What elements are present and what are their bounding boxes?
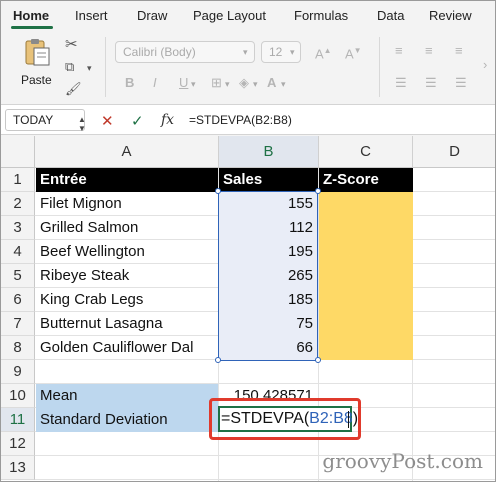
- borders-dropdown-icon[interactable]: ▾: [225, 79, 230, 90]
- worksheet-grid[interactable]: A B C D 1 2 3 4 5 6 7 8 9 10 11 12 13 En…: [1, 136, 495, 481]
- column-header-a[interactable]: A: [35, 136, 219, 168]
- range-handle[interactable]: [215, 188, 221, 194]
- borders-icon[interactable]: ⊞: [211, 75, 222, 91]
- ribbon-tabs: Home Insert Draw Page Layout Formulas Da…: [1, 1, 495, 29]
- font-size-dropdown-icon[interactable]: ▾: [290, 47, 295, 58]
- row-header-11[interactable]: 11: [1, 408, 35, 432]
- row-header-4[interactable]: 4: [1, 240, 35, 264]
- ribbon-scroll-right-icon[interactable]: ›: [483, 57, 487, 73]
- bold-button[interactable]: B: [125, 75, 134, 91]
- formula-bar: TODAY ▲ ▼ ✕ ✓ fx =STDEVPA(B2:B8): [1, 105, 495, 135]
- row-header-8[interactable]: 8: [1, 336, 35, 360]
- fill-color-icon[interactable]: ◈: [239, 75, 249, 91]
- row-header-5[interactable]: 5: [1, 264, 35, 288]
- font-size-select[interactable]: 12: [261, 41, 301, 63]
- decrease-font-size-icon[interactable]: A▼: [345, 43, 362, 62]
- range-handle[interactable]: [315, 188, 321, 194]
- paste-label: Paste: [21, 73, 52, 87]
- entree-cell[interactable]: Golden Cauliflower Dal: [36, 336, 218, 360]
- column-header-d[interactable]: D: [413, 136, 495, 168]
- header-sales[interactable]: Sales: [219, 168, 318, 192]
- entree-cell[interactable]: Filet Mignon: [36, 192, 218, 216]
- ribbon-separator-2: [379, 37, 380, 97]
- zscore-fill: [319, 192, 413, 360]
- tab-home[interactable]: Home: [13, 8, 49, 23]
- tab-data[interactable]: Data: [377, 8, 404, 23]
- tab-insert[interactable]: Insert: [75, 8, 108, 23]
- italic-button[interactable]: I: [153, 75, 157, 91]
- name-box[interactable]: TODAY ▲ ▼: [5, 109, 86, 133]
- entree-cell[interactable]: Beef Wellington: [36, 240, 218, 264]
- entree-cell[interactable]: King Crab Legs: [36, 288, 218, 312]
- entree-cell[interactable]: Ribeye Steak: [36, 264, 218, 288]
- align-right-icon[interactable]: ☰: [455, 75, 467, 91]
- insert-function-icon[interactable]: fx: [161, 112, 174, 128]
- font-color-icon[interactable]: A: [267, 75, 276, 91]
- row-header-3[interactable]: 3: [1, 216, 35, 240]
- font-size-value: 12: [269, 45, 283, 59]
- font-color-dropdown-icon[interactable]: ▾: [281, 79, 286, 90]
- watermark: groovyPost.com: [322, 449, 483, 473]
- tab-page-layout[interactable]: Page Layout: [193, 8, 266, 23]
- range-handle[interactable]: [315, 357, 321, 363]
- row-header-9[interactable]: 9: [1, 360, 35, 384]
- align-middle-icon[interactable]: ≡: [425, 43, 433, 59]
- row-header-2[interactable]: 2: [1, 192, 35, 216]
- font-name-dropdown-icon[interactable]: ▾: [243, 47, 248, 58]
- name-box-stepper-icon[interactable]: ▲ ▼: [78, 115, 86, 133]
- copy-dropdown-icon[interactable]: ▾: [87, 63, 92, 74]
- gridline: [35, 479, 495, 480]
- tab-draw[interactable]: Draw: [137, 8, 167, 23]
- ribbon-separator: [105, 37, 106, 97]
- cut-icon[interactable]: ✂: [65, 37, 78, 53]
- entree-cell[interactable]: Grilled Salmon: [36, 216, 218, 240]
- row-header-12[interactable]: 12: [1, 432, 35, 456]
- row-header-7[interactable]: 7: [1, 312, 35, 336]
- format-painter-icon[interactable]: 🖌: [65, 81, 82, 97]
- row-header-13[interactable]: 13: [1, 456, 35, 480]
- stdev-label[interactable]: Standard Deviation: [36, 408, 218, 432]
- range-handle[interactable]: [215, 357, 221, 363]
- paste-button[interactable]: Paste: [15, 37, 61, 89]
- align-left-icon[interactable]: ☰: [395, 75, 407, 91]
- row-header-6[interactable]: 6: [1, 288, 35, 312]
- row-header-1[interactable]: 1: [1, 168, 35, 192]
- tab-review[interactable]: Review: [429, 8, 472, 23]
- increase-font-size-icon[interactable]: A▲: [315, 43, 332, 62]
- underline-dropdown-icon[interactable]: ▾: [191, 79, 196, 90]
- mean-label[interactable]: Mean: [36, 384, 218, 408]
- column-header-c[interactable]: C: [319, 136, 413, 168]
- tab-formulas[interactable]: Formulas: [294, 8, 348, 23]
- cancel-formula-icon[interactable]: ✕: [101, 112, 114, 130]
- referenced-range-border: [218, 191, 318, 361]
- align-top-icon[interactable]: ≡: [395, 43, 403, 59]
- enter-formula-icon[interactable]: ✓: [131, 112, 144, 130]
- align-bottom-icon[interactable]: ≡: [455, 43, 463, 59]
- entree-cell[interactable]: Butternut Lasagna: [36, 312, 218, 336]
- excel-window: Home Insert Draw Page Layout Formulas Da…: [0, 0, 496, 482]
- name-box-value: TODAY: [13, 113, 54, 127]
- align-center-icon[interactable]: ☰: [425, 75, 437, 91]
- underline-button[interactable]: U: [179, 75, 188, 91]
- column-header-b[interactable]: B: [219, 136, 319, 168]
- clipboard-icon: [25, 39, 50, 66]
- select-all-corner[interactable]: [1, 136, 35, 168]
- fill-color-dropdown-icon[interactable]: ▾: [253, 79, 258, 90]
- header-entree[interactable]: Entrée: [36, 168, 218, 192]
- font-name-value: Calibri (Body): [123, 45, 196, 59]
- formula-input[interactable]: =STDEVPA(B2:B8): [189, 113, 292, 127]
- copy-icon[interactable]: ⧉: [65, 59, 74, 75]
- header-zscore[interactable]: Z-Score: [319, 168, 413, 192]
- row-header-10[interactable]: 10: [1, 384, 35, 408]
- ribbon-home: Paste ✂ ⧉ ▾ 🖌 Calibri (Body) ▾ 12 ▾ B I …: [1, 29, 495, 105]
- font-name-select[interactable]: Calibri (Body): [115, 41, 255, 63]
- callout-highlight-box: [209, 398, 361, 440]
